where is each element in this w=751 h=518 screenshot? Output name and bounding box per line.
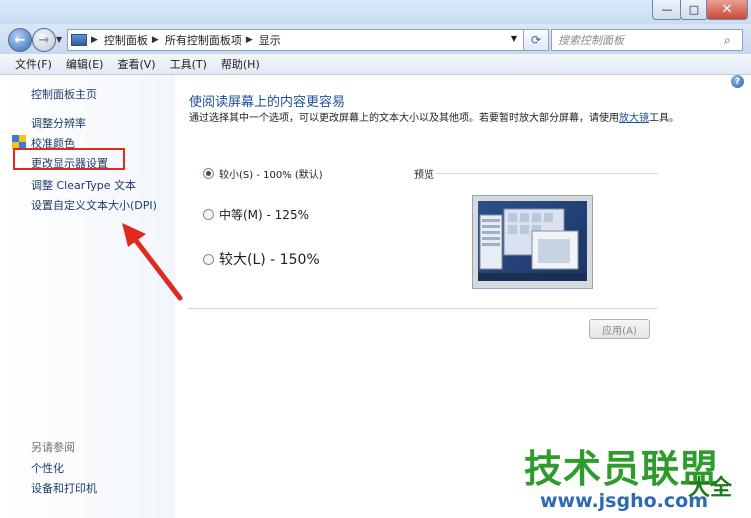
- option-smaller[interactable]: 较小(S) - 100% (默认): [203, 166, 323, 181]
- sidebar-item-home[interactable]: 控制面板主页: [31, 86, 97, 102]
- forward-arrow-icon: →: [38, 32, 50, 48]
- help-icon[interactable]: ?: [731, 75, 744, 88]
- address-dropdown-icon[interactable]: ▼: [511, 34, 517, 43]
- preview-image: [472, 195, 593, 289]
- minimize-button[interactable]: —: [652, 0, 682, 20]
- search-box[interactable]: ⌕: [551, 29, 743, 51]
- search-icon[interactable]: ⌕: [724, 33, 731, 48]
- sidebar-item-custom-dpi[interactable]: 设置自定义文本大小(DPI): [31, 197, 157, 213]
- description-text: 通过选择其中一个选项，可以更改屏幕上的文本大小以及其他项。若要暂时放大部分屏幕，…: [189, 113, 619, 124]
- page-description: 通过选择其中一个选项，可以更改屏幕上的文本大小以及其他项。若要暂时放大部分屏幕，…: [189, 111, 679, 126]
- highlight-box: [13, 148, 125, 170]
- uac-shield-icon: [12, 135, 26, 149]
- control-panel-window: — □ ✕ ← → ▼ ▶ 控制面板 ▶ 所有控制面板项 ▶ 显示 ▼ ⟳ ⌕ …: [0, 0, 751, 518]
- back-arrow-icon: ←: [14, 32, 26, 48]
- search-input[interactable]: [556, 32, 720, 48]
- menu-tools[interactable]: 工具(T): [170, 56, 207, 72]
- menu-help[interactable]: 帮助(H): [221, 56, 260, 72]
- breadcrumb-chevron-icon[interactable]: ▶: [91, 35, 98, 45]
- radio-smaller[interactable]: [203, 168, 214, 179]
- preview-screen: [478, 201, 587, 281]
- option-smaller-label[interactable]: 较小(S) - 100% (默认): [219, 166, 323, 181]
- option-medium-label[interactable]: 中等(M) - 125%: [219, 206, 309, 223]
- menu-edit[interactable]: 编辑(E): [66, 56, 104, 72]
- close-button[interactable]: ✕: [706, 0, 748, 20]
- refresh-icon: ⟳: [530, 33, 542, 47]
- option-medium[interactable]: 中等(M) - 125%: [203, 206, 309, 223]
- menu-file[interactable]: 文件(F): [15, 56, 52, 72]
- forward-button[interactable]: →: [32, 28, 56, 52]
- watermark-url: www.jsgho.com: [540, 490, 708, 512]
- breadcrumb-chevron-icon[interactable]: ▶: [246, 35, 253, 45]
- see-also-heading: 另请参阅: [31, 441, 75, 454]
- preview-desktop-graphic: [478, 208, 587, 281]
- description-end: 工具。: [649, 113, 679, 124]
- address-toolbar: ← → ▼ ▶ 控制面板 ▶ 所有控制面板项 ▶ 显示 ▼ ⟳ ⌕: [0, 24, 751, 54]
- title-bar: — □ ✕: [0, 0, 751, 24]
- option-larger[interactable]: 较大(L) - 150%: [203, 249, 320, 269]
- radio-larger[interactable]: [203, 253, 214, 265]
- maximize-button[interactable]: □: [680, 0, 708, 20]
- magnifier-link[interactable]: 放大镜: [619, 113, 649, 124]
- page-title: 使阅读屏幕上的内容更容易: [189, 95, 346, 110]
- preview-divider: [436, 173, 658, 174]
- breadcrumb-control-panel[interactable]: 控制面板: [104, 32, 148, 48]
- refresh-button[interactable]: ⟳: [523, 29, 549, 51]
- menu-view[interactable]: 查看(V): [117, 56, 155, 72]
- control-panel-icon: [71, 34, 87, 46]
- sidebar-item-personalize[interactable]: 个性化: [31, 460, 64, 476]
- breadcrumb-chevron-icon[interactable]: ▶: [152, 35, 159, 45]
- recent-pages-dropdown-icon[interactable]: ▼: [56, 35, 62, 44]
- breadcrumb-display[interactable]: 显示: [259, 32, 281, 48]
- content-divider: [188, 308, 658, 309]
- apply-button[interactable]: 应用(A): [589, 319, 650, 339]
- back-button[interactable]: ←: [8, 28, 32, 52]
- sidebar-item-cleartype[interactable]: 调整 ClearType 文本: [31, 177, 136, 193]
- menu-bar: 文件(F) 编辑(E) 查看(V) 工具(T) 帮助(H): [0, 54, 751, 75]
- option-larger-label[interactable]: 较大(L) - 150%: [219, 249, 320, 269]
- preview-label: 预览: [414, 170, 434, 181]
- sidebar-item-resolution[interactable]: 调整分辨率: [31, 115, 86, 131]
- sidebar: [0, 75, 175, 518]
- radio-medium[interactable]: [203, 209, 214, 220]
- breadcrumb-all-items[interactable]: 所有控制面板项: [165, 32, 242, 48]
- sidebar-item-devices-printers[interactable]: 设备和打印机: [31, 480, 97, 496]
- address-bar[interactable]: ▶ 控制面板 ▶ 所有控制面板项 ▶ 显示 ▼: [67, 29, 524, 51]
